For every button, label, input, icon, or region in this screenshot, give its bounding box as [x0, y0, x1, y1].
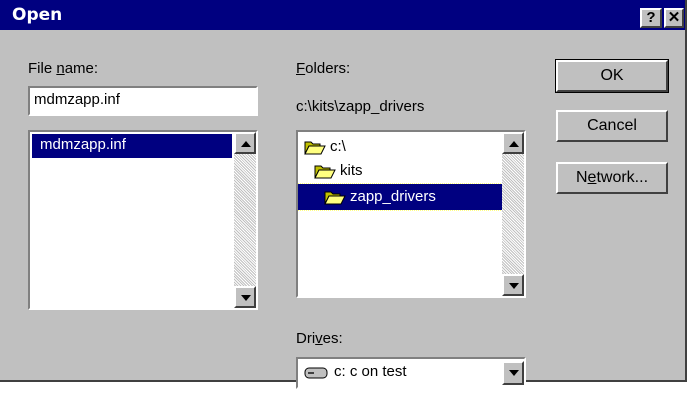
window-title: Open	[12, 5, 63, 25]
folders-label: Folders:	[296, 60, 351, 77]
folder-item-kits[interactable]: kits	[314, 160, 363, 184]
drives-select[interactable]: c: c on test	[296, 357, 526, 389]
open-dialog: Open ? ✕ File name: mdmzapp.inf mdmzapp.…	[0, 0, 687, 389]
network-button[interactable]: Network...	[556, 162, 668, 194]
hard-drive-icon	[304, 367, 328, 379]
scroll-down-icon[interactable]	[234, 286, 256, 308]
file-list[interactable]: mdmzapp.inf	[28, 130, 258, 310]
list-item[interactable]: mdmzapp.inf	[32, 134, 232, 158]
folder-list[interactable]: c:\ kits zapp_drivers	[296, 130, 526, 298]
open-folder-icon	[324, 191, 346, 205]
current-folder-path: c:\kits\zapp_drivers	[296, 98, 425, 115]
scroll-down-icon[interactable]	[502, 274, 524, 296]
folder-list-scrollbar[interactable]	[502, 132, 524, 296]
open-folder-icon	[304, 141, 326, 155]
close-button[interactable]: ✕	[664, 8, 684, 28]
title-bar[interactable]: Open ? ✕	[0, 0, 685, 30]
file-name-input[interactable]: mdmzapp.inf	[28, 86, 258, 116]
open-folder-icon	[314, 165, 336, 179]
folder-item-c[interactable]: c:\	[304, 136, 346, 160]
file-list-scrollbar[interactable]	[234, 132, 256, 308]
drives-selected-value: c: c on test	[334, 363, 407, 380]
help-button[interactable]: ?	[640, 8, 662, 28]
scroll-up-icon[interactable]	[502, 132, 524, 154]
scroll-up-icon[interactable]	[234, 132, 256, 154]
cancel-button[interactable]: Cancel	[556, 110, 668, 142]
file-name-label: File name:	[28, 60, 99, 77]
dropdown-arrow-icon[interactable]	[502, 361, 524, 385]
drives-label: Drives:	[296, 330, 343, 347]
ok-button[interactable]: OK	[555, 59, 669, 93]
folder-item-zapp-drivers[interactable]: zapp_drivers	[324, 186, 436, 210]
